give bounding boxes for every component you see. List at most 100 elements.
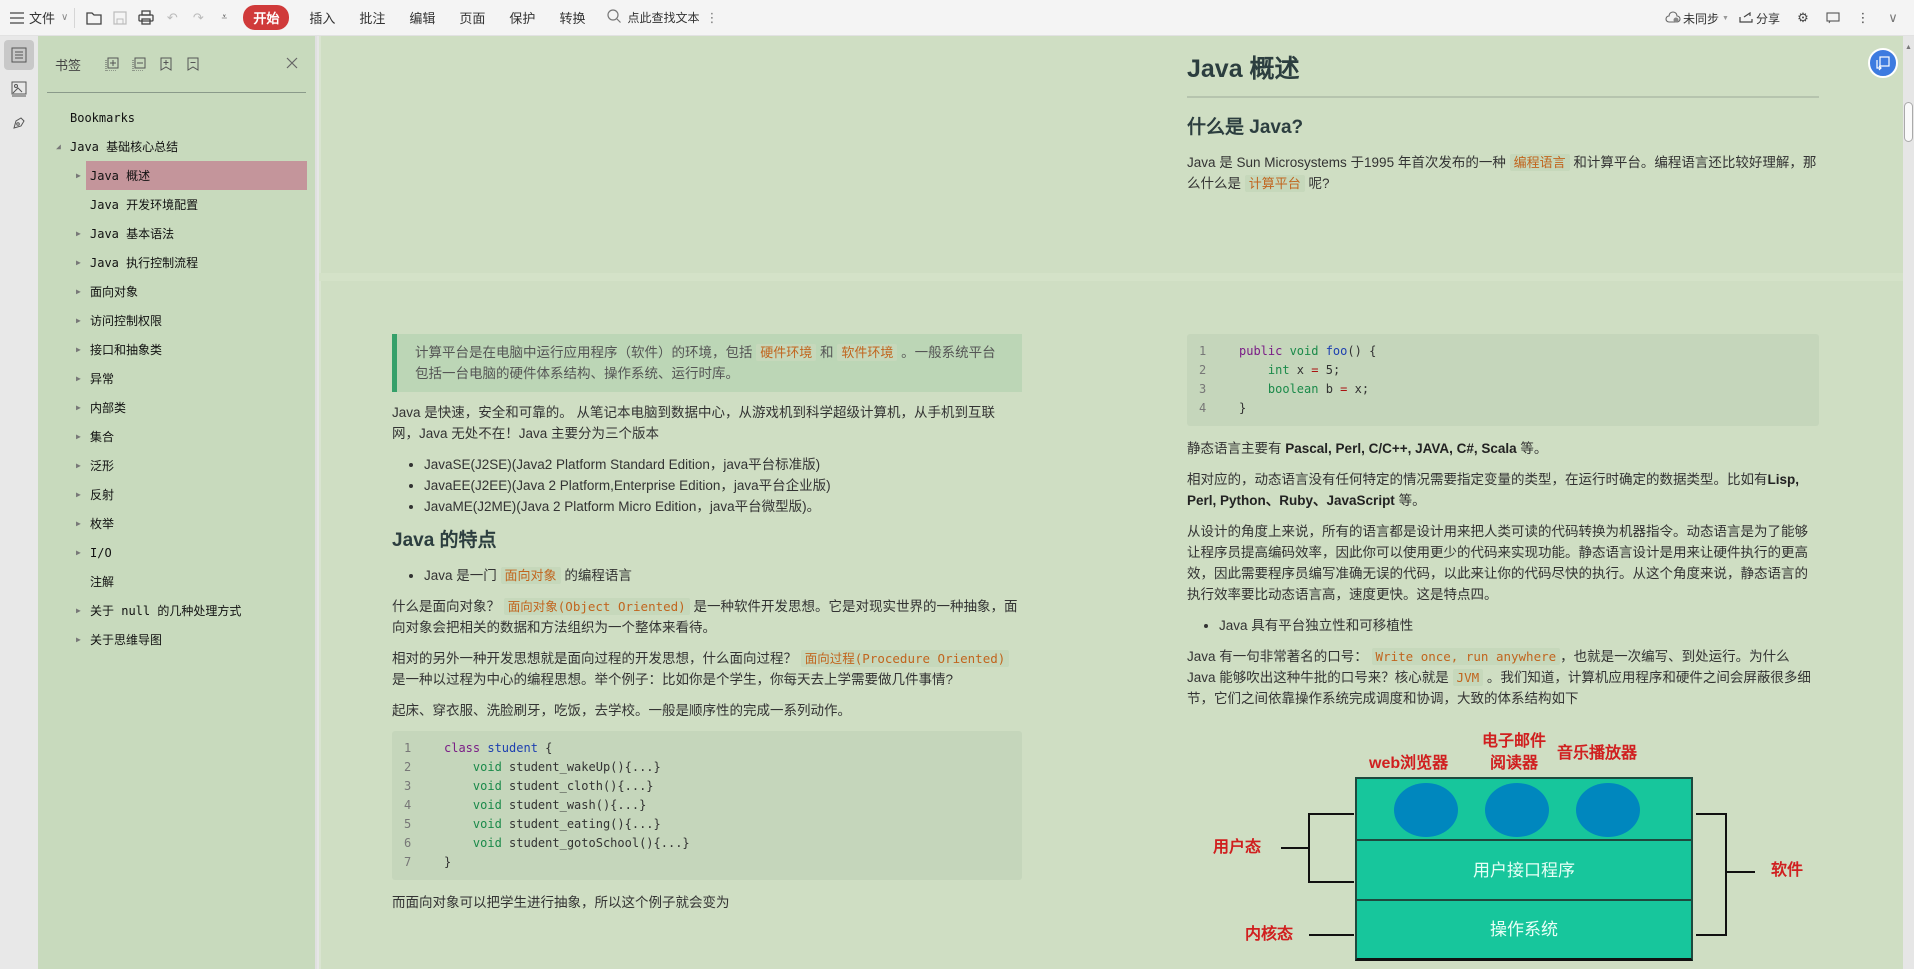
tab-insert[interactable]: 插入 <box>309 0 335 36</box>
code-token: void <box>444 760 502 774</box>
app-label-music-player: 音乐播放器 <box>1557 745 1638 762</box>
bookmark-item[interactable]: ◢ Java 基础核心总结 <box>38 132 315 161</box>
code-line: 2 int x = 5; <box>1197 361 1809 380</box>
code-line: 4 void student_wash(){...} <box>402 796 1012 815</box>
collapsed-arrow-icon[interactable]: ▶ <box>76 229 81 238</box>
code-token: { <box>537 741 553 755</box>
collapsed-arrow-icon[interactable]: ▶ <box>76 490 81 499</box>
sync-button[interactable]: 未同步 ▼ <box>1665 0 1729 36</box>
bookmark-label: 关于思维导图 <box>90 633 163 647</box>
comment-icon[interactable] <box>1820 5 1846 31</box>
code-token: student_eating(){...} <box>501 817 661 831</box>
kernel-mode-label: 内核态 <box>1245 926 1294 943</box>
bookmark-label: Java 基础核心总结 <box>70 140 179 154</box>
tab-comment[interactable]: 批注 <box>359 0 385 36</box>
bookmark-tree: Bookmarks ◢ Java 基础核心总结 ▶ Java 概述 Java 开发环境配置… <box>38 93 315 654</box>
remove-bookmark-icon[interactable] <box>184 55 202 73</box>
bookmark-item[interactable]: ▶ 关于思维导图 <box>38 625 315 654</box>
share-button[interactable]: 分享 <box>1739 0 1780 36</box>
code-token: x <box>1289 363 1312 377</box>
customize-dropdown-icon[interactable]: ⩡ <box>211 5 237 31</box>
text: 的编程语言 <box>564 568 632 583</box>
bookmark-item[interactable]: ▶ 关于 null 的几种处理方式 <box>38 596 315 625</box>
left-column: 计算平台是在电脑中运行应用程序（软件）的环境，包括 硬件环境 和 软件环境 。一… <box>392 334 1022 923</box>
file-menu[interactable]: 文件 ∨ <box>8 0 68 36</box>
bookmark-item[interactable]: ▶ 反射 <box>38 480 315 509</box>
bookmark-item[interactable]: ▶ 面向对象 <box>38 277 315 306</box>
collapsed-arrow-icon[interactable]: ▶ <box>76 635 81 644</box>
collapse-all-icon[interactable] <box>130 55 148 73</box>
bookmark-item[interactable]: Bookmarks <box>38 103 315 132</box>
more-vertical-icon[interactable]: ⋮ <box>705 10 718 26</box>
scroll-up-arrow-icon[interactable]: ▲ <box>1905 44 1912 51</box>
code-token: () { <box>1347 344 1377 358</box>
line-number: 2 <box>404 760 412 774</box>
collapsed-arrow-icon[interactable]: ▶ <box>76 461 81 470</box>
find-text-input[interactable]: 点此查找文本 ⋮ <box>607 0 718 36</box>
bookmark-item[interactable]: ▶ Java 执行控制流程 <box>38 248 315 277</box>
convert-to-word-button[interactable] <box>1868 48 1898 78</box>
code-token: x; <box>1347 382 1370 396</box>
bookmark-label: Java 基本语法 <box>90 227 175 241</box>
undo-icon[interactable]: ↶ <box>159 5 185 31</box>
bookmarks-panel-button[interactable] <box>4 40 34 70</box>
sign-panel-button[interactable] <box>4 108 34 138</box>
left-rail <box>0 36 38 969</box>
collapsed-arrow-icon[interactable]: ▶ <box>76 374 81 383</box>
tab-start[interactable]: 开始 <box>243 5 290 30</box>
tab-convert[interactable]: 转换 <box>559 0 585 36</box>
more-options-icon[interactable]: ⋮ <box>1850 5 1876 31</box>
image-panel-button[interactable] <box>4 74 34 104</box>
bookmark-item[interactable]: ▶ 集合 <box>38 422 315 451</box>
bookmark-label: Java 执行控制流程 <box>90 256 199 270</box>
bookmark-item[interactable]: ▶ 访问控制权限 <box>38 306 315 335</box>
bookmark-item[interactable]: ▶ I/O <box>38 538 315 567</box>
add-bookmark-icon[interactable] <box>157 55 175 73</box>
find-text-placeholder: 点此查找文本 <box>627 11 700 25</box>
close-icon[interactable] <box>283 54 301 72</box>
bookmark-item[interactable]: ▶ 异常 <box>38 364 315 393</box>
bookmark-item[interactable]: ▶ Java 基本语法 <box>38 219 315 248</box>
collapsed-arrow-icon[interactable]: ▶ <box>76 345 81 354</box>
collapsed-arrow-icon[interactable]: ▶ <box>76 171 81 180</box>
open-folder-icon[interactable] <box>81 5 107 31</box>
user-interface-layer: 用户接口程序 <box>1355 839 1693 901</box>
save-icon[interactable] <box>107 5 133 31</box>
collapsed-arrow-icon[interactable]: ▶ <box>76 548 81 557</box>
bookmark-item[interactable]: ▶ 泛形 <box>38 451 315 480</box>
inline-code: 面向对象(Object Oriented) <box>503 598 690 615</box>
bookmark-item[interactable]: ▶ 枚举 <box>38 509 315 538</box>
expand-all-icon[interactable] <box>103 55 121 73</box>
collapse-ribbon-icon[interactable]: ∨ <box>1880 5 1906 31</box>
scrollbar-thumb[interactable] <box>1904 102 1913 142</box>
file-menu-label: 文件 <box>29 11 56 26</box>
bracket-line <box>1309 934 1354 936</box>
bookmark-item[interactable]: Java 开发环境配置 <box>38 190 315 219</box>
gear-icon[interactable]: ⚙ <box>1790 5 1816 31</box>
bookmark-label: Java 开发环境配置 <box>90 198 199 212</box>
bookmark-item[interactable]: ▶ Java 概述 <box>76 161 307 190</box>
code-token: void <box>444 836 502 850</box>
collapsed-arrow-icon[interactable]: ▶ <box>76 316 81 325</box>
expanded-arrow-icon[interactable]: ◢ <box>56 142 61 151</box>
redo-icon[interactable]: ↷ <box>185 5 211 31</box>
print-icon[interactable] <box>133 5 159 31</box>
collapsed-arrow-icon[interactable]: ▶ <box>76 519 81 528</box>
tab-page[interactable]: 页面 <box>459 0 485 36</box>
tab-edit[interactable]: 编辑 <box>409 0 435 36</box>
caret-down-icon: ▼ <box>1722 14 1729 22</box>
tab-protect[interactable]: 保护 <box>509 0 535 36</box>
bracket-line <box>1308 813 1354 815</box>
vertical-scrollbar[interactable]: ▲ <box>1903 36 1914 969</box>
collapsed-arrow-icon[interactable]: ▶ <box>76 403 81 412</box>
paragraph: Java 有一句非常著名的口号： Write once, run anywher… <box>1187 646 1819 709</box>
inline-code: Write once, run anywhere <box>1371 648 1561 665</box>
collapsed-arrow-icon[interactable]: ▶ <box>76 258 81 267</box>
bookmark-item[interactable]: 注解 <box>38 567 315 596</box>
inline-code: 面向过程(Procedure Oriented) <box>800 650 1010 667</box>
collapsed-arrow-icon[interactable]: ▶ <box>76 432 81 441</box>
collapsed-arrow-icon[interactable]: ▶ <box>76 606 81 615</box>
bookmark-item[interactable]: ▶ 接口和抽象类 <box>38 335 315 364</box>
collapsed-arrow-icon[interactable]: ▶ <box>76 287 81 296</box>
bookmark-item[interactable]: ▶ 内部类 <box>38 393 315 422</box>
